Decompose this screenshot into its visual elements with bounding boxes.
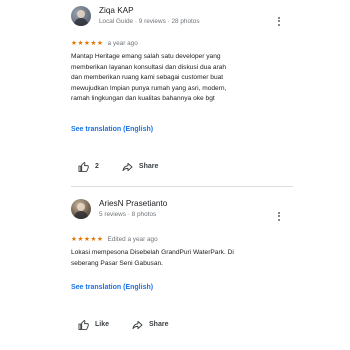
see-translation-link[interactable]: See translation (English) [71,125,153,135]
share-button[interactable]: Share [122,162,158,172]
reviewer-name[interactable]: AriesN Prasetianto [99,199,167,209]
review-card: Ziqa KAP Local Guide · 9 reviews · 28 ph… [0,0,350,186]
review-text-line: ramah lingkungan dan kualitas bahannya o… [71,95,215,102]
review-actions: Like Share [78,320,168,330]
avatar[interactable] [71,6,91,26]
more-vert-icon[interactable] [274,14,284,28]
star-rating: ★★★★★ [71,236,104,243]
rating-row: ★★★★★ Edited a year ago [71,235,158,244]
review-header: AriesN Prasetianto 5 reviews · 8 photos [71,199,167,219]
avatar[interactable] [71,199,91,219]
reviewer-name[interactable]: Ziqa KAP [99,6,200,16]
like-label: Like [95,321,110,328]
reviewer-meta: Local Guide · 9 reviews · 28 photos [99,18,200,25]
review-text: Lokasi mempesona Disebelah GrandPuri Wat… [71,248,287,269]
review-actions: 2 Share [78,162,158,172]
review-text-line: seberang Pasar Seni Gabusan. [71,259,164,267]
like-button[interactable]: 2 [78,162,99,172]
review-card: AriesN Prasetianto 5 reviews · 8 photos … [0,193,350,350]
thumbs-up-icon [78,320,89,330]
see-translation-link[interactable]: See translation (English) [71,283,153,293]
more-vert-icon[interactable] [274,209,284,223]
rating-row: ★★★★★ a year ago [71,39,138,48]
review-text: Mantap Heritage emang salah satu develop… [71,52,287,105]
like-button[interactable]: Like [78,320,109,330]
review-text-line: Lokasi mempesona Disebelah GrandPuri Wat… [71,249,234,256]
share-label: Share [138,163,159,170]
share-icon [132,320,143,330]
share-button[interactable]: Share [132,320,168,330]
star-rating: ★★★★★ [71,40,104,47]
review-text-line: Mantap Heritage emang salah satu develop… [71,53,221,60]
review-text-line: memberikan layanan konsultasi dan diskus… [71,63,227,71]
like-count: 2 [95,163,99,170]
reviewer-info: AriesN Prasetianto 5 reviews · 8 photos [99,199,167,219]
thumbs-up-icon [78,162,89,172]
reviewer-meta: 5 reviews · 8 photos [99,211,157,218]
reviewer-info: Ziqa KAP Local Guide · 9 reviews · 28 ph… [99,6,200,26]
review-divider [71,186,293,187]
review-text-line: dan memberikan ruang kami sebagai custom… [71,74,224,81]
review-time: Edited a year ago [107,236,158,243]
review-text-line: mewujudkan Impian punya rumah yang asri,… [71,84,227,92]
review-header: Ziqa KAP Local Guide · 9 reviews · 28 ph… [71,6,200,26]
share-icon [122,162,133,172]
share-label: Share [149,321,169,328]
review-time: a year ago [107,40,138,47]
